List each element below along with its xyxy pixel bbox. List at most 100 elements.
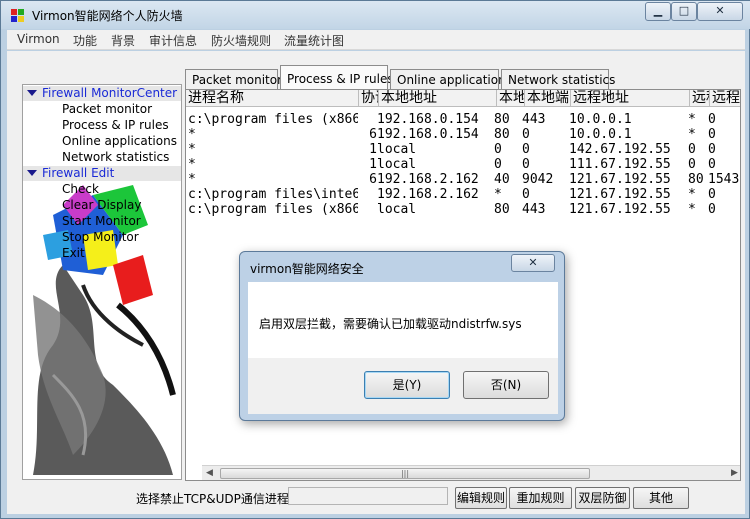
- tree-item-exit[interactable]: Exit: [62, 246, 85, 260]
- table-cell: *: [188, 142, 196, 157]
- table-cell: 6: [369, 127, 377, 142]
- sidebar-tree: Firewall MonitorCenter Packet monitor Pr…: [22, 84, 182, 480]
- tree-item-network-statistics[interactable]: Network statistics: [62, 150, 169, 164]
- tree-item-packet-monitor[interactable]: Packet monitor: [62, 102, 152, 116]
- column-header-local-address[interactable]: 本地地址: [379, 90, 497, 107]
- reload-rules-button[interactable]: 重加规则: [509, 487, 572, 509]
- title-bar[interactable]: Virmon智能网络个人防火墙 ▁ □ ✕: [1, 1, 750, 29]
- table-cell: 80: [688, 172, 704, 187]
- minimize-button[interactable]: ▁: [645, 2, 671, 21]
- table-cell: 0: [494, 142, 502, 157]
- table-cell: 0: [708, 187, 716, 202]
- table-cell: 192.168.2.162: [377, 172, 479, 187]
- menu-firewall-rules[interactable]: 防火墙规则: [211, 32, 271, 49]
- menu-background[interactable]: 背景: [111, 32, 135, 49]
- maximize-button[interactable]: □: [671, 2, 697, 21]
- table-cell: 6: [369, 172, 377, 187]
- tree-item-clear-display[interactable]: Clear Display: [62, 198, 141, 212]
- tree-category-monitorcenter[interactable]: Firewall MonitorCenter: [23, 86, 181, 101]
- table-cell: 121.67.192.55: [569, 187, 671, 202]
- tree-item-stop-monitor[interactable]: Stop Monitor: [62, 230, 139, 244]
- table-cell: 0: [708, 112, 716, 127]
- scroll-thumb[interactable]: |||: [220, 468, 590, 479]
- dialog-body: 启用双层拦截，需要确认已加载驱动ndistrfw.sys: [248, 282, 558, 358]
- confirm-dialog: virmon智能网络安全 ✕ 启用双层拦截，需要确认已加载驱动ndistrfw.…: [239, 251, 565, 421]
- tab-network-statistics[interactable]: Network statistics: [501, 69, 615, 89]
- dialog-message: 启用双层拦截，需要确认已加载驱动ndistrfw.sys: [259, 317, 522, 331]
- block-process-label: 选择禁止TCP&UDP通信进程: [136, 492, 289, 506]
- column-header-remote[interactable]: 远程: [690, 90, 710, 107]
- column-header-local-port-2[interactable]: 本地端口: [525, 90, 571, 107]
- yes-button[interactable]: 是(Y): [364, 371, 450, 399]
- close-button[interactable]: ✕: [697, 2, 743, 21]
- menu-virmon[interactable]: Virmon: [17, 32, 60, 46]
- tree-item-check[interactable]: Check: [62, 182, 99, 196]
- table-cell: 0: [708, 202, 716, 217]
- table-cell: 80: [494, 127, 510, 142]
- app-shield-icon: [11, 9, 24, 22]
- table-cell: 10.0.0.1: [569, 127, 632, 142]
- tab-packet-monitor[interactable]: Packet monitor: [185, 69, 282, 89]
- menu-traffic-chart[interactable]: 流量统计图: [284, 32, 344, 49]
- category-label: Firewall MonitorCenter: [42, 86, 178, 100]
- main-window: Virmon智能网络个人防火墙 ▁ □ ✕ Virmon 功能 背景 审计信息 …: [0, 0, 750, 519]
- menu-bar: Virmon 功能 背景 审计信息 防火墙规则 流量统计图: [7, 30, 745, 50]
- table-cell: 80: [494, 112, 510, 127]
- table-cell: 0: [708, 142, 716, 157]
- table-cell: 1543: [708, 172, 740, 187]
- table-cell: 111.67.192.55: [569, 157, 671, 172]
- table-cell: 0: [688, 142, 696, 157]
- tab-process-ip-rules[interactable]: Process & IP rules: [280, 65, 394, 90]
- table-cell: 0: [522, 127, 530, 142]
- table-cell: 121.67.192.55: [569, 172, 671, 187]
- column-header-protocol[interactable]: 协议: [359, 90, 379, 107]
- menu-audit-info[interactable]: 审计信息: [149, 32, 197, 49]
- other-button[interactable]: 其他: [633, 487, 689, 509]
- table-cell: local: [377, 142, 417, 157]
- table-cell: c:\program files\inte6: [188, 187, 358, 202]
- tab-online-applications[interactable]: Online applications: [390, 69, 512, 89]
- horizontal-scrollbar[interactable]: ◀ ||| ▶: [202, 465, 740, 480]
- column-header-remote-address[interactable]: 远程地址: [571, 90, 690, 107]
- table-cell: 9042: [522, 172, 554, 187]
- tree-item-online-applications[interactable]: Online applications: [62, 134, 177, 148]
- double-defense-button[interactable]: 双层防御: [575, 487, 630, 509]
- table-cell: *: [494, 187, 502, 202]
- dialog-footer: 是(Y) 否(N): [248, 358, 558, 414]
- scroll-left-icon[interactable]: ◀: [202, 466, 217, 480]
- table-cell: local: [377, 157, 417, 172]
- dialog-close-button[interactable]: ✕: [511, 254, 555, 272]
- column-header-local-port[interactable]: 本地端口: [497, 90, 525, 107]
- table-cell: 192.168.0.154: [377, 127, 479, 142]
- column-header-remote-2[interactable]: 远程: [710, 90, 740, 107]
- table-cell: *: [188, 127, 196, 142]
- process-input[interactable]: [288, 487, 448, 505]
- table-cell: 0: [522, 142, 530, 157]
- edit-rules-button[interactable]: 编辑规则: [455, 487, 507, 509]
- tree-category-firewall-edit[interactable]: Firewall Edit: [23, 166, 181, 181]
- table-cell: 443: [522, 112, 546, 127]
- table-cell: 0: [522, 187, 530, 202]
- table-cell: *: [688, 127, 696, 142]
- table-cell: c:\program files (x866: [188, 112, 358, 127]
- table-cell: 0: [708, 157, 716, 172]
- table-cell: *: [188, 172, 196, 187]
- dialog-title: virmon智能网络安全: [250, 262, 364, 276]
- no-button[interactable]: 否(N): [463, 371, 549, 399]
- table-cell: 0: [708, 127, 716, 142]
- table-cell: 1: [369, 157, 377, 172]
- table-cell: 142.67.192.55: [569, 142, 671, 157]
- category-label: Firewall Edit: [42, 166, 115, 180]
- table-cell: 80: [494, 202, 510, 217]
- table-cell: *: [188, 157, 196, 172]
- table-cell: 121.67.192.55: [569, 202, 671, 217]
- table-cell: *: [688, 202, 696, 217]
- scroll-right-icon[interactable]: ▶: [727, 466, 740, 480]
- table-cell: 0: [522, 157, 530, 172]
- table-cell: *: [688, 187, 696, 202]
- column-header-process-name[interactable]: 进程名称: [186, 90, 359, 107]
- menu-function[interactable]: 功能: [73, 32, 97, 49]
- table-cell: 443: [522, 202, 546, 217]
- tree-item-start-monitor[interactable]: Start Monitor: [62, 214, 141, 228]
- tree-item-process-ip-rules[interactable]: Process & IP rules: [62, 118, 169, 132]
